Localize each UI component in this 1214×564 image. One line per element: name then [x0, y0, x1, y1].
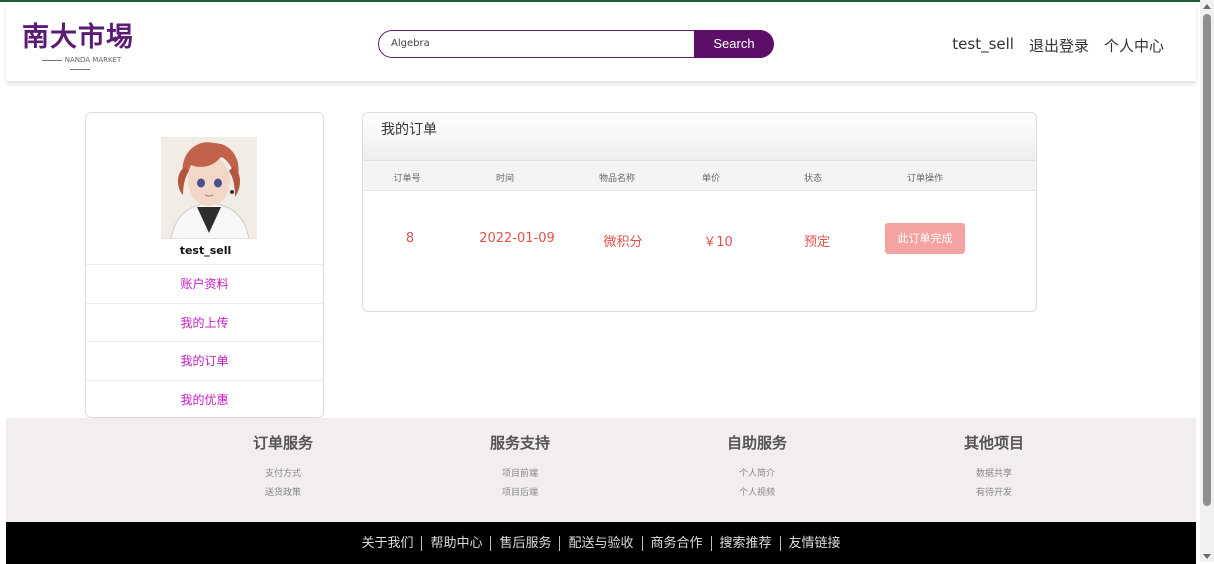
profile-menu: 账户资料 我的上传 我的订单 我的优惠 — [86, 264, 323, 418]
service-link[interactable]: 项目后端 — [445, 484, 595, 503]
scroll-thumb[interactable] — [1203, 14, 1211, 506]
service-link[interactable]: 个人简介 — [682, 465, 832, 484]
service-link[interactable]: 支付方式 — [208, 465, 358, 484]
footer-services: 订单服务 支付方式 送货政策 服务支持 项目前端 项目后端 自助服务 个人简介 … — [6, 418, 1196, 522]
vertical-scrollbar[interactable] — [1200, 0, 1214, 562]
orders-title: 我的订单 — [363, 113, 1036, 161]
orders-table-header: 订单号 时间 物品名称 单价 状态 订单操作 — [363, 161, 1036, 191]
site-header: 南大市埸 NANDA MARKET Algebra Search test_se… — [6, 2, 1196, 81]
service-group-orders: 订单服务 支付方式 送货政策 — [208, 432, 358, 503]
footer-link-friends[interactable]: 友情链接 — [779, 535, 849, 551]
order-id: 8 — [405, 231, 415, 246]
service-title: 服务支持 — [489, 434, 550, 452]
profile-username: test_sell — [179, 244, 232, 257]
order-time: 2022-01-09 — [479, 231, 555, 246]
service-group-other: 其他项目 数据共享 有待开发 — [919, 432, 1069, 503]
footer-link-business[interactable]: 商务合作 — [641, 535, 711, 551]
service-title: 订单服务 — [252, 434, 313, 452]
nav-personal-center[interactable]: 个人中心 — [1104, 35, 1164, 56]
col-status: 状态 — [803, 174, 822, 184]
scroll-down-icon[interactable] — [1203, 554, 1211, 559]
menu-account-info[interactable]: 账户资料 — [86, 264, 323, 303]
menu-my-coupons[interactable]: 我的优惠 — [86, 379, 323, 419]
orders-panel: 我的订单 订单号 时间 物品名称 单价 状态 订单操作 8 2022-01-09… — [362, 112, 1037, 312]
service-link[interactable]: 项目前端 — [445, 465, 595, 484]
complete-order-button[interactable]: 此订单完成 — [885, 223, 965, 254]
profile-card: test_sell 账户资料 我的上传 我的订单 我的优惠 — [85, 112, 324, 418]
service-link[interactable]: 数据共享 — [919, 465, 1069, 484]
logo-text: 南大市埸 — [22, 22, 134, 53]
footer-link-after-sales[interactable]: 售后服务 — [490, 535, 559, 551]
nav-username[interactable]: test_sell — [952, 35, 1014, 56]
order-status: 预定 — [803, 235, 830, 250]
service-link[interactable]: 送货政策 — [208, 484, 358, 503]
search-bar: Algebra Search — [378, 30, 774, 58]
order-price: ￥10 — [703, 235, 733, 250]
service-group-self-service: 自助服务 个人简介 个人视频 — [682, 432, 832, 503]
order-item-name[interactable]: 微积分 — [593, 231, 653, 250]
col-item-name: 物品名称 — [598, 174, 635, 184]
search-input[interactable]: Algebra — [378, 30, 696, 58]
service-link[interactable]: 个人视频 — [682, 484, 832, 503]
col-actions: 订单操作 — [906, 174, 943, 184]
menu-my-orders[interactable]: 我的订单 — [86, 341, 323, 380]
footer-link-delivery[interactable]: 配送与验收 — [559, 535, 641, 551]
user-nav: test_sell 退出登录 个人中心 — [952, 35, 1164, 56]
col-price: 单价 — [701, 174, 720, 184]
nav-logout[interactable]: 退出登录 — [1029, 35, 1089, 56]
table-row: 8 2022-01-09 微积分 ￥10 预定 此订单完成 — [363, 191, 1036, 291]
footer-link-about[interactable]: 关于我们 — [353, 536, 421, 551]
service-title: 其他项目 — [963, 434, 1024, 452]
page: 南大市埸 NANDA MARKET Algebra Search test_se… — [6, 2, 1196, 564]
col-order-id: 订单号 — [393, 174, 421, 184]
footer-link-search[interactable]: 搜索推荐 — [710, 535, 780, 551]
service-group-support: 服务支持 项目前端 项目后端 — [445, 432, 595, 503]
footer-link-help[interactable]: 帮助中心 — [421, 535, 490, 551]
service-title: 自助服务 — [726, 434, 787, 452]
footer-links-bar: 关于我们 帮助中心 售后服务 配送与验收 商务合作 搜索推荐 友情链接 — [6, 522, 1196, 564]
service-link[interactable]: 有待开发 — [919, 484, 1069, 503]
site-logo[interactable]: 南大市埸 NANDA MARKET — [22, 22, 142, 66]
col-time: 时间 — [495, 174, 514, 184]
search-button[interactable]: Search — [694, 30, 774, 58]
scroll-up-icon[interactable] — [1203, 4, 1211, 9]
menu-my-uploads[interactable]: 我的上传 — [86, 302, 323, 342]
avatar — [161, 137, 257, 239]
logo-subtitle: NANDA MARKET — [26, 56, 134, 74]
